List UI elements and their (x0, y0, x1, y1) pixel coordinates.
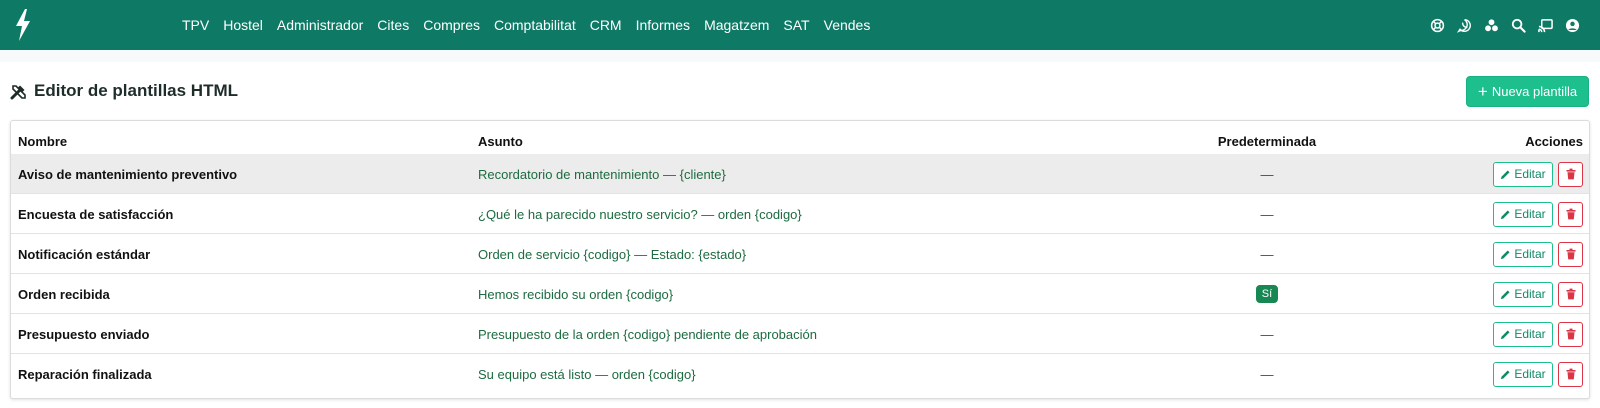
page-title: Editor de plantillas HTML (34, 81, 239, 100)
default-indicator: — (1260, 366, 1274, 382)
edit-label: Editar (1514, 167, 1546, 181)
plus-icon: + (1477, 82, 1488, 101)
template-subject: Orden de servicio {codigo} — Estado: {es… (478, 246, 747, 262)
menu-item-comptabilitat[interactable]: Comptabilitat (494, 17, 576, 33)
new-template-button[interactable]: + Nueva plantilla (1466, 76, 1589, 107)
pencil-icon (1501, 369, 1510, 379)
apps-icon[interactable] (1483, 17, 1499, 33)
default-indicator: — (1260, 246, 1274, 262)
menu-item-vendes[interactable]: Vendes (824, 17, 871, 33)
table-row[interactable]: Reparación finalizada Su equipo está lis… (11, 354, 1589, 394)
menu-item-informes[interactable]: Informes (636, 17, 690, 33)
edit-label: Editar (1514, 367, 1546, 381)
row-actions: Editar (1493, 274, 1583, 314)
new-template-label: Nueva plantilla (1491, 84, 1578, 99)
template-subject: Hemos recibido su orden {codigo} (478, 286, 674, 302)
template-name: Notificación estándar (18, 246, 151, 262)
default-indicator: — (1260, 206, 1274, 222)
table-row[interactable]: Aviso de mantenimiento preventivo Record… (11, 154, 1589, 194)
delete-button[interactable] (1558, 321, 1583, 347)
default-indicator: — (1260, 166, 1274, 182)
edit-button[interactable]: Editar (1493, 201, 1553, 227)
trash-icon (1566, 368, 1575, 380)
template-subject: Su equipo está listo — orden {codigo} (478, 366, 696, 382)
search-icon[interactable] (1510, 17, 1526, 33)
pencil-icon (1501, 249, 1510, 259)
row-actions: Editar (1493, 194, 1583, 234)
whatsapp-icon[interactable] (1456, 17, 1472, 33)
template-name: Reparación finalizada (18, 366, 152, 382)
default-badge: Sí (1255, 285, 1279, 303)
template-subject: Recordatorio de mantenimiento — {cliente… (478, 166, 726, 182)
bolt-icon[interactable] (14, 9, 32, 41)
table-row[interactable]: Encuesta de satisfacción ¿Qué le ha pare… (11, 194, 1589, 234)
edit-button[interactable]: Editar (1493, 321, 1553, 347)
table-row[interactable]: Orden recibida Hemos recibido su orden {… (11, 274, 1589, 314)
template-name: Orden recibida (18, 286, 110, 302)
row-actions: Editar (1493, 234, 1583, 274)
menu-item-tpv[interactable]: TPV (182, 17, 209, 33)
default-indicator: — (1260, 326, 1274, 342)
trash-icon (1566, 248, 1575, 260)
trash-icon (1566, 168, 1575, 180)
menu-item-hostel[interactable]: Hostel (223, 17, 263, 33)
edit-label: Editar (1514, 207, 1546, 221)
lifebuoy-icon[interactable] (1429, 17, 1445, 33)
menu-item-administrador[interactable]: Administrador (277, 17, 363, 33)
pencil-icon (1501, 169, 1510, 179)
delete-button[interactable] (1558, 161, 1583, 187)
pencil-icon (1501, 209, 1510, 219)
pencil-icon (1501, 329, 1510, 339)
template-name: Aviso de mantenimiento preventivo (18, 166, 238, 182)
main-menu: TPV Hostel Administrador Cites Compres C… (182, 0, 884, 50)
user-icon[interactable] (1564, 17, 1580, 33)
row-actions: Editar (1493, 314, 1583, 354)
table-row[interactable]: Notificación estándar Orden de servicio … (11, 234, 1589, 274)
trash-icon (1566, 288, 1575, 300)
table-row[interactable]: Presupuesto enviado Presupuesto de la or… (11, 314, 1589, 354)
menu-item-cites[interactable]: Cites (377, 17, 409, 33)
templates-table: Nombre Asunto Predeterminada Acciones Av… (10, 120, 1590, 399)
edit-button[interactable]: Editar (1493, 161, 1553, 187)
cast-icon[interactable] (1537, 17, 1553, 33)
default-indicator: Sí (1197, 274, 1337, 314)
trash-icon (1566, 328, 1575, 340)
trash-icon (1566, 208, 1575, 220)
edit-button[interactable]: Editar (1493, 361, 1553, 387)
tools-icon (10, 84, 26, 99)
pencil-icon (1501, 289, 1510, 299)
menu-item-magatzem[interactable]: Magatzem (704, 17, 769, 33)
main-content: Editor de plantillas HTML + Nueva planti… (0, 62, 1600, 408)
template-name: Encuesta de satisfacción (18, 206, 174, 222)
edit-button[interactable]: Editar (1493, 281, 1553, 307)
menu-item-sat[interactable]: SAT (783, 17, 809, 33)
delete-button[interactable] (1558, 361, 1583, 387)
menu-item-crm[interactable]: CRM (590, 17, 622, 33)
row-actions: Editar (1493, 154, 1583, 194)
template-subject: ¿Qué le ha parecido nuestro servicio? — … (478, 206, 802, 222)
menu-item-compres[interactable]: Compres (423, 17, 480, 33)
delete-button[interactable] (1558, 201, 1583, 227)
edit-label: Editar (1514, 327, 1546, 341)
page-header: Editor de plantillas HTML (10, 76, 238, 106)
edit-label: Editar (1514, 287, 1546, 301)
edit-label: Editar (1514, 247, 1546, 261)
template-name: Presupuesto enviado (18, 326, 150, 342)
delete-button[interactable] (1558, 281, 1583, 307)
navbar-tools (1418, 0, 1580, 50)
row-actions: Editar (1493, 354, 1583, 394)
delete-button[interactable] (1558, 241, 1583, 267)
top-navbar: TPV Hostel Administrador Cites Compres C… (0, 0, 1600, 50)
edit-button[interactable]: Editar (1493, 241, 1553, 267)
template-subject: Presupuesto de la orden {codigo} pendien… (478, 326, 817, 342)
